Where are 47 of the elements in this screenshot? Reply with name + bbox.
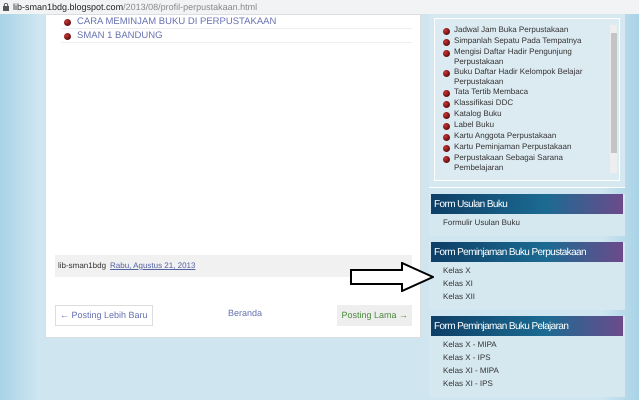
bullet-icon <box>443 156 450 163</box>
widget-link[interactable]: Kelas X <box>443 266 625 276</box>
bullet-icon <box>443 101 450 108</box>
bullet-icon <box>443 112 450 119</box>
scrollbar[interactable] <box>610 25 617 173</box>
bullet-icon <box>443 90 450 97</box>
sidebar-link[interactable]: Buku Daftar Hadir Kelompok Belajar Perpustakaan <box>454 67 610 86</box>
bullet-icon <box>443 39 450 46</box>
widget-link[interactable]: Kelas X - IPS <box>443 353 625 363</box>
post-link[interactable]: SMAN 1 BANDUNG <box>77 30 163 41</box>
home-link[interactable]: Beranda <box>228 307 262 320</box>
bullet-icon <box>443 50 450 57</box>
bullet-icon <box>443 134 450 141</box>
post-link[interactable]: CARA MEMINJAM BUKU DI PERPUSTAKAAN <box>77 16 276 27</box>
widget-header: Form Peminjaman Buku Pelajaran <box>431 316 623 336</box>
widget-link[interactable]: Formulir Usulan Buku <box>443 218 625 228</box>
bullet-icon <box>443 145 450 152</box>
sidebar-link[interactable]: Perpustakaan Sebagai Sarana Pembelajaran <box>454 153 610 172</box>
bullet-icon <box>443 70 450 77</box>
widget-link[interactable]: Kelas XI - IPS <box>443 379 625 389</box>
bullet-icon <box>443 28 450 35</box>
sidebar-link[interactable]: Label Buku <box>454 120 494 130</box>
bullet-icon <box>64 33 71 40</box>
bullet-icon <box>64 19 71 26</box>
sidebar-link[interactable]: Tata Tertib Membaca <box>454 87 528 96</box>
newer-posts-link[interactable]: ← Posting Lebih Baru <box>55 305 153 326</box>
widget-link[interactable]: Kelas XII <box>443 292 625 302</box>
sidebar-link[interactable]: Kartu Anggota Perpustakaan <box>454 131 556 140</box>
date-link[interactable]: Rabu, Agustus 21, 2013 <box>110 260 196 272</box>
older-posts-link[interactable]: Posting Lama → <box>337 305 412 326</box>
sidebar-link[interactable]: Simpanlah Sepatu Pada Tempatnya <box>454 36 582 46</box>
sidebar-link[interactable]: Kartu Peminjaman Perpustakaan <box>454 142 572 152</box>
widget-link[interactable]: Kelas X - MIPA <box>443 340 625 350</box>
sidebar-link[interactable]: Klassifikasi DDC <box>454 98 514 108</box>
author-text: lib-sman1bdg <box>58 260 106 272</box>
sidebar-link[interactable]: Jadwal Jam Buka Perpustakaan <box>454 25 568 34</box>
widget-link[interactable]: Kelas XI <box>443 279 625 289</box>
address-bar[interactable]: lib-sman1bdg.blogspot.com/2013/08/profil-perpustakaan.html <box>0 0 639 14</box>
sidebar-link[interactable]: Katalog Buku <box>454 109 502 118</box>
lock-icon <box>3 3 9 11</box>
scrollbar-thumb[interactable] <box>610 33 616 153</box>
widget-header: Form Usulan Buku <box>431 194 623 214</box>
url-text: lib-sman1bdg.blogspot.com/2013/08/profil-perpustakaan.html <box>13 2 258 12</box>
widget-header: Form Peminjaman Buku Perpustakaan <box>431 242 623 262</box>
sidebar-link[interactable]: Mengisi Daftar Hadir Pengunjung Perpustakaan <box>454 47 610 66</box>
widget-link[interactable]: Kelas XI - MIPA <box>443 366 625 376</box>
bullet-icon <box>443 123 450 130</box>
